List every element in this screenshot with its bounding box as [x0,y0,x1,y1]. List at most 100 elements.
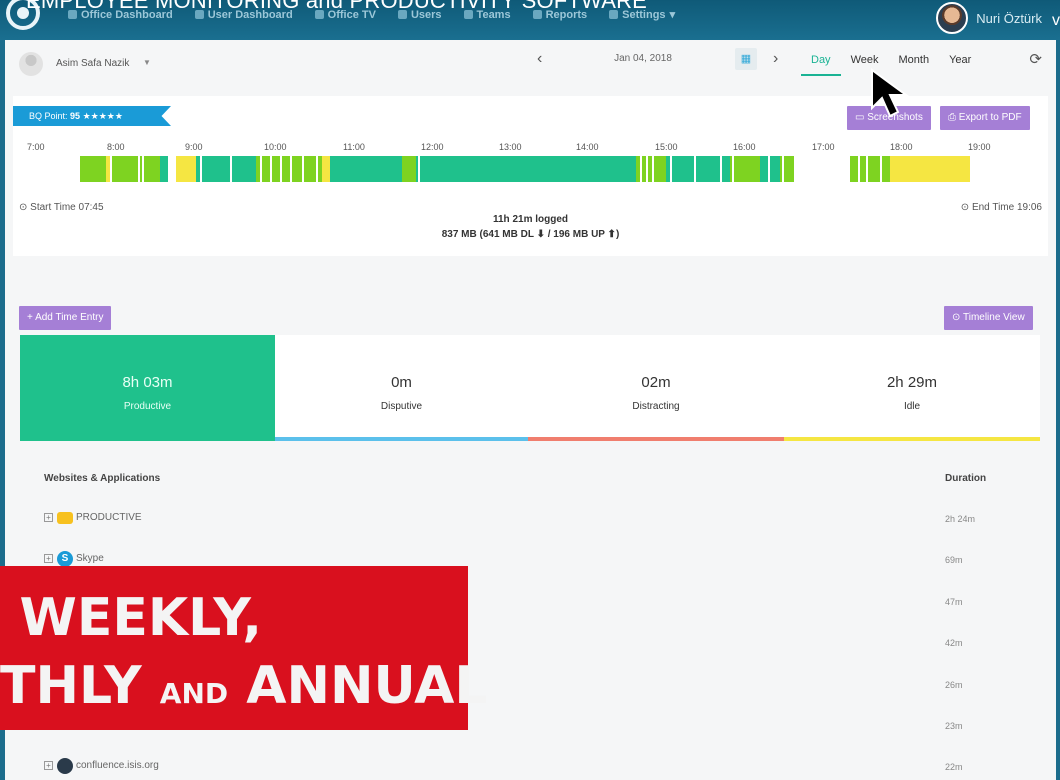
timeline-segment [402,156,416,182]
timeline-segment [112,156,160,182]
timeline-view-button[interactable]: ⊙ Timeline View [944,306,1033,330]
chevron-left-icon[interactable]: ‹ [537,50,542,68]
mouse-cursor-icon [871,68,910,118]
hour-label: 18:00 [890,142,913,152]
add-time-entry-button[interactable]: + Add Time Entry [19,306,112,330]
disputive-underline [275,437,528,441]
timeline-gap [110,156,112,182]
refresh-icon[interactable]: ⟳ [1029,50,1042,68]
video-overlay-title: EMPLOYEE MONITORING and PRODUCTIVITY SOF… [26,0,648,13]
tab-day[interactable]: Day [801,54,841,76]
timeline-gap [230,156,232,182]
hour-label: 17:00 [812,142,835,152]
data-transfer-total: 837 MB (641 MB DL ⬇ / 196 MB UP ⬆) [441,229,620,240]
timeline-gap [782,156,784,182]
timeline-gap [732,156,734,182]
timeline-gap [720,156,722,182]
timeline-segment [416,156,636,182]
timeline-gap [280,156,282,182]
printer-icon: ⎙ [948,112,959,123]
timeline-gap [270,156,272,182]
timeline-gap [880,156,882,182]
timeline-gap [200,156,202,182]
timeline-card: BQ Point: 95 ★★★★★ ▭ Screenshots ⎙ Expor… [13,96,1048,256]
bq-point-ribbon: BQ Point: 95 ★★★★★ [13,106,171,126]
export-pdf-button[interactable]: ⎙ Export to PDF [940,106,1030,130]
confluence-icon [57,758,73,774]
plus-icon: + [27,312,36,323]
timeline-gap [694,156,696,182]
timeline-gap [640,156,642,182]
list-header-duration: Duration [945,473,987,484]
productivity-stats: 8h 03m Productive 0m Disputive 02m Distr… [20,335,1040,441]
employee-avatar [19,52,43,76]
timeline-gap [858,156,860,182]
avatar [936,2,969,34]
promo-line-1: WEEKLY, [19,588,262,648]
timeline-segment [80,156,106,182]
list-item[interactable]: + PRODUCTIVE 2h 24m [20,510,1040,530]
employee-selector[interactable]: Asim Safa Nazik [56,58,129,69]
timeline-gap [652,156,654,182]
hour-label: 10:00 [264,142,287,152]
edge-glyph: v [1052,12,1060,29]
timeline-gap [768,156,770,182]
logged-total: 11h 21m logged [492,214,569,225]
hour-label: 16:00 [733,142,756,152]
timeline-segment [322,156,330,182]
promo-banner: WEEKLY, THLY AND ANNUAL [0,566,488,730]
hour-label: 13:00 [499,142,522,152]
timeline-gap [302,156,304,182]
chevron-right-icon[interactable]: › [773,50,778,68]
hour-label: 7:00 [27,142,45,152]
promo-line-2: THLY AND ANNUAL [0,656,488,716]
activity-timeline-bar[interactable] [80,156,970,182]
clock-icon: ⊙ [952,312,963,323]
end-time: ⊙ End Time 19:06 [960,202,1042,213]
timeline-gap [168,156,170,182]
expand-icon[interactable]: + [44,554,53,563]
timeline-gap [260,156,262,182]
stat-disputive[interactable]: 0m Disputive [275,335,528,441]
folder-icon [57,512,73,524]
timeline-segment [176,156,196,182]
chevron-down-icon: ▾ [669,9,676,21]
expand-icon[interactable]: + [44,761,53,770]
distracting-underline [528,437,784,441]
start-time: ⊙ Start Time 07:45 [19,202,104,213]
expand-icon[interactable]: + [44,513,53,522]
timeline-segment [256,156,322,182]
stat-distracting[interactable]: 02m Distracting [528,335,784,441]
bq-point-value: 95 [70,111,81,121]
hour-label: 9:00 [185,142,203,152]
timeline-gap [316,156,318,182]
stat-productive[interactable]: 8h 03m Productive [20,335,275,441]
clock-icon: ⊙ [960,202,972,213]
list-header-name: Websites & Applications [44,473,161,484]
current-user-menu[interactable]: Nuri Öztürk [936,2,1042,34]
timeline-gap [418,156,420,182]
timeline-segment [330,156,402,182]
idle-underline [784,437,1040,441]
timeline-gap [866,156,868,182]
timeline-gap [670,156,672,182]
timeline-segment [196,156,256,182]
timeline-segment [850,156,890,182]
list-item[interactable]: + confluence.isis.org 22m [20,758,1040,778]
tab-year[interactable]: Year [939,54,981,76]
timeline-gap [138,156,140,182]
timeline-gap [142,156,144,182]
clock-icon: ⊙ [19,202,31,213]
caret-down-icon[interactable]: ▼ [143,58,151,67]
hour-label: 19:00 [968,142,991,152]
hour-label: 12:00 [421,142,444,152]
current-user-name: Nuri Öztürk [976,10,1042,26]
timeline-segment [890,156,970,182]
calendar-icon[interactable]: ▦ [735,48,757,70]
top-navigation-bar: Office Dashboard User Dashboard Office T… [0,0,1060,40]
timeline-hour-labels: 7:00 8:00 9:00 10:00 11:00 12:00 13:00 14:00 15:… [13,142,1048,154]
hour-label: 8:00 [107,142,125,152]
stat-idle[interactable]: 2h 29m Idle [784,335,1040,441]
timeline-gap [646,156,648,182]
date-field[interactable]: Jan 04, 2018 [558,48,728,70]
